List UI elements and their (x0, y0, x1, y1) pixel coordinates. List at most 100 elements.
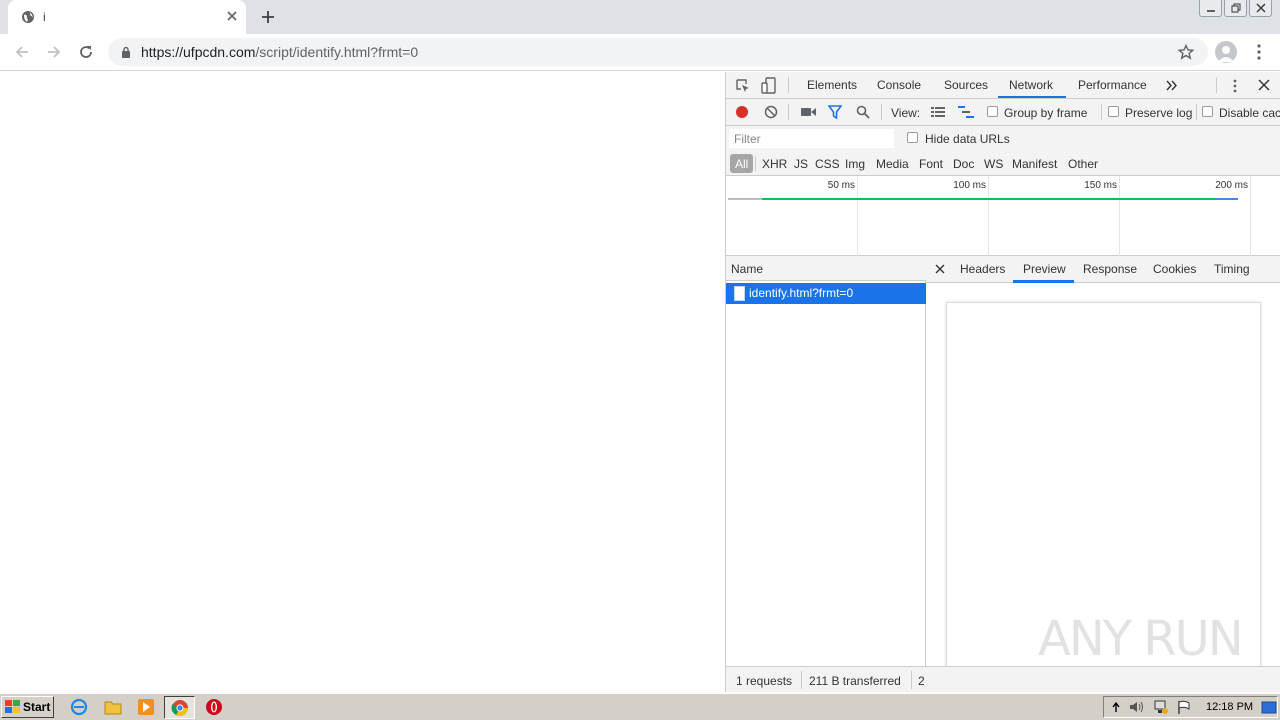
type-filter-img[interactable]: Img (845, 157, 865, 171)
opera-icon[interactable] (205, 698, 223, 716)
globe-icon (22, 11, 34, 23)
forward-arrow-icon[interactable] (45, 43, 63, 61)
network-icon[interactable] (1153, 700, 1169, 715)
browser-tab[interactable]: i (8, 0, 246, 34)
tab-preview[interactable]: Preview (1023, 262, 1066, 276)
restore-icon (1231, 3, 1240, 13)
tab-performance[interactable]: Performance (1078, 78, 1147, 92)
taskbar: Start 12:18 PM (0, 693, 1280, 720)
disable-cache-checkbox[interactable] (1202, 106, 1213, 117)
tick-label: 100 ms (953, 180, 986, 191)
url-text[interactable]: https://ufpcdn.com/script/identify.html?… (141, 44, 418, 60)
type-filter-media[interactable]: Media (876, 157, 909, 171)
start-button[interactable]: Start (1, 696, 54, 718)
grid-line (1119, 176, 1120, 256)
devtools-panel: Elements Console Sources Network Perform… (725, 72, 1280, 692)
divider (755, 156, 756, 171)
tab-elements[interactable]: Elements (807, 78, 857, 92)
search-icon[interactable] (856, 105, 870, 119)
tray-expand-icon[interactable] (1111, 701, 1121, 713)
preserve-log-label: Preserve log (1125, 106, 1193, 120)
person-icon (1218, 46, 1234, 62)
inspect-element-icon[interactable] (735, 78, 751, 94)
close-devtools-icon[interactable] (1258, 79, 1270, 91)
show-desktop-icon[interactable] (1261, 701, 1277, 714)
speaker-icon[interactable] (1129, 700, 1145, 714)
divider (788, 104, 789, 120)
url-path: /script/identify.html?frmt=0 (255, 44, 419, 60)
overview-queue-bar (728, 198, 762, 200)
address-bar[interactable]: https://ufpcdn.com/script/identify.html?… (108, 38, 1208, 66)
disable-cache-label: Disable cac (1219, 106, 1280, 120)
overview-request-bar (762, 198, 1230, 200)
tab-sources[interactable]: Sources (944, 78, 988, 92)
browser-toolbar: https://ufpcdn.com/script/identify.html?… (0, 34, 1280, 71)
waterfall-icon[interactable] (958, 106, 974, 118)
filter-funnel-icon[interactable] (828, 105, 842, 119)
tab-cookies[interactable]: Cookies (1153, 262, 1196, 276)
tab-network[interactable]: Network (1009, 78, 1053, 92)
close-window-button[interactable] (1249, 0, 1272, 17)
bookmark-star-icon[interactable] (1178, 44, 1194, 60)
type-filter-xhr[interactable]: XHR (762, 157, 787, 171)
tick-label: 50 ms (827, 180, 855, 191)
grid-line (857, 176, 858, 256)
clear-icon[interactable] (764, 105, 778, 119)
close-tab-icon[interactable] (225, 9, 239, 23)
lock-icon[interactable] (120, 46, 132, 58)
restore-button[interactable] (1224, 0, 1247, 17)
type-filter-css[interactable]: CSS (815, 157, 840, 171)
minimize-button[interactable] (1199, 0, 1222, 17)
type-filter-other[interactable]: Other (1068, 157, 1098, 171)
new-tab-icon[interactable] (260, 9, 276, 25)
more-tabs-chevron-icon[interactable] (1166, 80, 1178, 91)
grid-line (1250, 176, 1251, 256)
grid-line (988, 176, 989, 256)
tab-title: i (43, 10, 46, 24)
tab-response[interactable]: Response (1083, 262, 1137, 276)
network-overview[interactable]: 50 ms 100 ms 150 ms 200 ms (726, 176, 1280, 256)
tab-console[interactable]: Console (877, 78, 921, 92)
large-rows-icon[interactable] (931, 107, 945, 117)
table-row[interactable]: identify.html?frmt=0 (726, 283, 926, 304)
view-label: View: (891, 106, 921, 120)
back-arrow-icon[interactable] (13, 43, 31, 61)
preserve-log-checkbox[interactable] (1108, 106, 1119, 117)
tab-timing[interactable]: Timing (1214, 262, 1250, 276)
kebab-menu-icon[interactable] (1252, 43, 1266, 61)
close-details-icon[interactable] (935, 264, 945, 274)
type-filter-all[interactable]: All (730, 154, 754, 173)
internet-explorer-icon[interactable] (70, 698, 88, 716)
record-icon[interactable] (735, 105, 749, 119)
resource-type-filters: All XHR JS CSS Img Media Font Doc WS Man… (726, 151, 1280, 176)
camera-icon[interactable] (801, 107, 816, 117)
tab-headers[interactable]: Headers (960, 262, 1005, 276)
close-icon (1256, 3, 1265, 13)
media-player-icon[interactable] (137, 698, 155, 716)
divider (1216, 77, 1217, 93)
type-filter-ws[interactable]: WS (984, 157, 1003, 171)
chrome-icon (171, 700, 189, 717)
tick-label: 200 ms (1215, 180, 1248, 191)
type-filter-doc[interactable]: Doc (953, 157, 974, 171)
devtools-menu-icon[interactable] (1231, 78, 1239, 94)
name-column-header[interactable]: Name (726, 256, 926, 281)
type-filter-js[interactable]: JS (794, 157, 808, 171)
device-toolbar-icon[interactable] (761, 77, 777, 94)
group-by-frame-checkbox[interactable] (987, 106, 998, 117)
chrome-taskbar-button[interactable] (164, 696, 195, 719)
type-filter-font[interactable]: Font (919, 157, 943, 171)
action-center-flag-icon[interactable] (1177, 700, 1191, 715)
active-tab-indicator (998, 96, 1066, 98)
overview-download-bar (1216, 198, 1238, 200)
type-filter-manifest[interactable]: Manifest (1012, 157, 1057, 171)
reload-icon[interactable] (77, 43, 95, 61)
hide-data-urls-checkbox[interactable] (907, 132, 918, 143)
filter-input[interactable] (729, 129, 894, 148)
profile-avatar[interactable] (1215, 41, 1237, 63)
tick-label: 150 ms (1084, 180, 1117, 191)
folder-icon[interactable] (104, 698, 122, 716)
divider (788, 77, 789, 93)
devtools-tabbar: Elements Console Sources Network Perform… (726, 72, 1280, 99)
transferred-size: 211 B transferred (809, 674, 901, 688)
